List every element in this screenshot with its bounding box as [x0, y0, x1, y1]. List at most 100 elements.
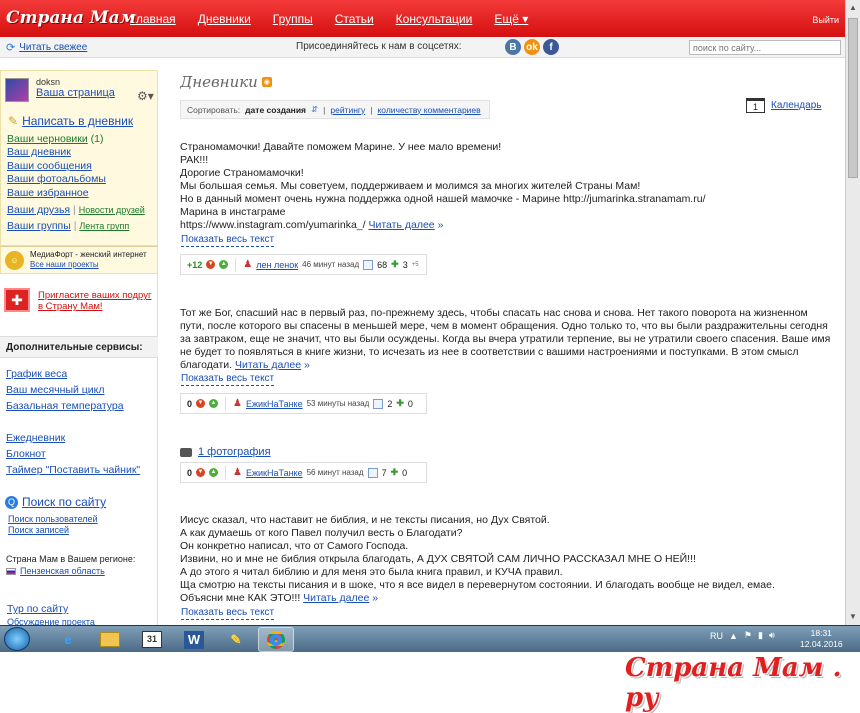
friends-link[interactable]: Ваши друзья [7, 204, 70, 216]
gear-icon[interactable]: ⚙▾ [137, 89, 154, 103]
post-text: Иисус сказал, что наставит не библия, и … [180, 514, 840, 605]
plus-icon[interactable]: ✚ [391, 259, 399, 270]
photo-link[interactable]: 1 фотография [198, 446, 271, 458]
scroll-up-icon[interactable]: ▲ [849, 3, 857, 12]
mediafort-banner: ☺ МедиаФорт - женский интернет Все наши … [0, 246, 158, 274]
nav-diaries[interactable]: Дневники [198, 12, 251, 26]
calendar-icon[interactable]: 31 [134, 627, 170, 652]
vote-up-icon[interactable]: ▲ [219, 260, 229, 269]
tour-link[interactable]: Тур по сайту [7, 603, 95, 616]
read-more-link[interactable]: Читать далее [235, 359, 301, 371]
sort-arrows-icon[interactable]: ⇵ [311, 104, 318, 115]
search-posts-link[interactable]: Поиск записей [8, 525, 155, 536]
weight-chart-link[interactable]: График веса [6, 366, 124, 382]
your-page-link[interactable]: Ваша страница [36, 87, 115, 99]
scroll-thumb[interactable] [848, 18, 858, 178]
invite-friends[interactable]: ✚ Пригласите ваших подруг в Страну Мам! [4, 286, 154, 316]
groups-feed-link[interactable]: Лента групп [79, 221, 129, 231]
calendar-link[interactable]: Календарь [771, 100, 821, 111]
read-fresh-link[interactable]: Читать свежее [19, 42, 87, 53]
explorer-icon[interactable] [92, 627, 128, 652]
vote-down-icon[interactable]: ▼ [196, 399, 206, 408]
temperature-link[interactable]: Базальная температура [6, 398, 124, 414]
plus-icon[interactable]: ✚ [391, 467, 399, 478]
sort-by-comments[interactable]: количеству комментариев [377, 105, 480, 115]
cycle-link[interactable]: Ваш месячный цикл [6, 382, 124, 398]
messages-link[interactable]: Ваши сообщения [7, 160, 92, 172]
mediafort-icon: ☺ [5, 251, 24, 270]
odnoklassniki-icon[interactable]: ok [524, 39, 540, 55]
plus-icon[interactable]: ✚ [396, 398, 404, 409]
vote-up-icon[interactable]: ▲ [209, 468, 219, 477]
site-search-input[interactable] [689, 40, 841, 55]
word-icon[interactable]: W [176, 627, 212, 652]
show-all-link[interactable]: Показать весь текст [181, 607, 275, 620]
vote-down-icon[interactable]: ▼ [196, 468, 206, 477]
drafts-link[interactable]: Ваши черновики [7, 133, 88, 145]
language-indicator[interactable]: RU [710, 631, 723, 641]
post-line: Дорогие Страномамочки! [180, 167, 304, 179]
groups-link[interactable]: Ваши группы [7, 220, 71, 232]
site-logo[interactable]: Страна Мам [6, 8, 136, 28]
scrollbar[interactable]: ▲ ▼ [845, 0, 860, 625]
scroll-down-icon[interactable]: ▼ [849, 612, 857, 621]
start-button[interactable] [4, 627, 30, 651]
nav-articles[interactable]: Статьи [335, 12, 374, 26]
flag-tray-icon[interactable]: ⚑ [744, 630, 752, 641]
read-more-link[interactable]: Читать далее [369, 219, 435, 231]
read-more-link[interactable]: Читать далее [303, 592, 369, 604]
diary-panel: ✎ Написать в дневник Ваши черновики (1) … [0, 108, 158, 246]
comment-icon[interactable] [367, 467, 378, 478]
comment-icon[interactable] [373, 398, 384, 409]
show-all-link[interactable]: Показать весь текст [181, 373, 275, 386]
calendar-link-block[interactable]: 1 Календарь [746, 98, 821, 113]
post-text: Тот же Бог, спасший нас в первый раз, по… [180, 307, 840, 372]
nav-groups[interactable]: Группы [273, 12, 313, 26]
site-search-link[interactable]: Поиск по сайту [22, 495, 106, 509]
rss-icon[interactable]: ◉ [261, 77, 272, 87]
nav-home[interactable]: Главная [130, 12, 176, 26]
author-link[interactable]: лен ленок [256, 260, 298, 270]
notepad-link[interactable]: Блокнот [6, 446, 140, 462]
chrome-icon[interactable] [258, 627, 294, 652]
arrow-up-icon[interactable]: ▲ [729, 631, 738, 641]
vote-down-icon[interactable]: ▼ [206, 260, 216, 269]
planner-link[interactable]: Ежедневник [6, 430, 140, 446]
avatar[interactable] [5, 78, 29, 102]
photo-link-block[interactable]: 1 фотография [180, 446, 271, 458]
tool-icon[interactable]: ✎ [218, 627, 254, 652]
write-diary-link[interactable]: Написать в дневник [22, 114, 133, 128]
region-label: Страна Мам в Вашем регионе: [6, 554, 136, 564]
friends-news-link[interactable]: Новости друзей [79, 205, 145, 215]
comment-icon[interactable] [363, 259, 374, 270]
facebook-icon[interactable]: f [543, 39, 559, 55]
show-all-link[interactable]: Показать весь текст [181, 234, 275, 247]
author-link[interactable]: ЕжикНаТанке [246, 468, 303, 478]
separator: | [370, 104, 373, 115]
vote-up-icon[interactable]: ▲ [209, 399, 219, 408]
write-diary[interactable]: ✎ Написать в дневник [8, 114, 133, 128]
region-link[interactable]: Пензенская область [20, 566, 105, 576]
plus-count: 0 [402, 467, 408, 478]
search-users-link[interactable]: Поиск пользователей [8, 514, 155, 525]
network-icon[interactable]: ▮ [758, 630, 763, 641]
read-fresh[interactable]: ⟳ Читать свежее [6, 41, 87, 54]
ie-icon[interactable]: e [50, 627, 86, 652]
all-projects-link[interactable]: Все наши проекты [30, 260, 147, 270]
diary-link[interactable]: Ваш дневник [7, 146, 71, 158]
vk-icon[interactable]: B [505, 39, 521, 55]
sub-bar: ⟳ Читать свежее Присоединяйтесь к нам в … [0, 37, 845, 58]
nav-consultations[interactable]: Консультации [396, 12, 473, 26]
clock[interactable]: 18:31 12.04.2016 [800, 628, 843, 650]
invite-link[interactable]: Пригласите ваших подруг в Страну Мам! [38, 290, 153, 312]
favorites-link[interactable]: Ваше избранное [7, 187, 89, 199]
sort-by-date[interactable]: дате создания [245, 105, 306, 115]
pencil-icon: ✎ [8, 114, 19, 128]
nav-more[interactable]: Ещё ▾ [494, 12, 528, 26]
albums-link[interactable]: Ваши фотоальбомы [7, 173, 106, 185]
volume-icon[interactable]: 🔊︎ [769, 630, 775, 641]
sort-by-rating[interactable]: рейтингу [330, 105, 365, 115]
author-link[interactable]: ЕжикНаТанке [246, 399, 303, 409]
kettle-timer-link[interactable]: Таймер "Поставить чайник" [6, 462, 140, 478]
logout-link[interactable]: Выйти [812, 15, 839, 25]
